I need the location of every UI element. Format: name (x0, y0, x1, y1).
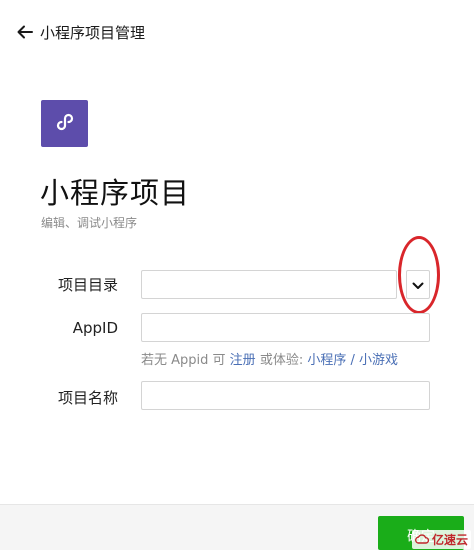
hint-separator: / (350, 353, 355, 368)
header-title: 小程序项目管理 (40, 23, 146, 42)
appid-hint: 若无 Appid 可 注册 或体验: 小程序 / 小游戏 (141, 349, 398, 368)
hint-prefix: 若无 Appid 可 (141, 353, 226, 368)
back-link[interactable]: 小程序项目管理 (16, 20, 145, 44)
project-name-label: 项目名称 (57, 389, 118, 407)
watermark: 亿速云 (412, 530, 472, 549)
page-title: 小程序项目 (40, 176, 191, 210)
directory-input[interactable] (141, 270, 397, 299)
mini-program-link[interactable]: 小程序 (307, 353, 346, 368)
page-subtitle: 编辑、调试小程序 (41, 216, 138, 230)
watermark-text: 亿速云 (432, 533, 469, 547)
cloud-logo-icon (415, 533, 430, 546)
project-name-input[interactable] (141, 381, 430, 410)
hint-middle: 或体验: (259, 353, 304, 368)
appid-label: AppID (72, 319, 118, 337)
chevron-down-icon (412, 275, 424, 294)
mini-program-icon (52, 109, 78, 139)
mini-program-logo (41, 100, 88, 147)
appid-input[interactable] (141, 313, 430, 342)
mini-game-link[interactable]: 小游戏 (359, 353, 398, 368)
project-manager-page: 小程序项目管理 小程序项目 编辑、调试小程序 项目目录 AppID 若无 App… (0, 0, 474, 550)
directory-label: 项目目录 (57, 276, 118, 294)
arrow-left-icon (16, 23, 34, 41)
register-link[interactable]: 注册 (230, 353, 256, 368)
directory-dropdown-button[interactable] (406, 270, 430, 299)
